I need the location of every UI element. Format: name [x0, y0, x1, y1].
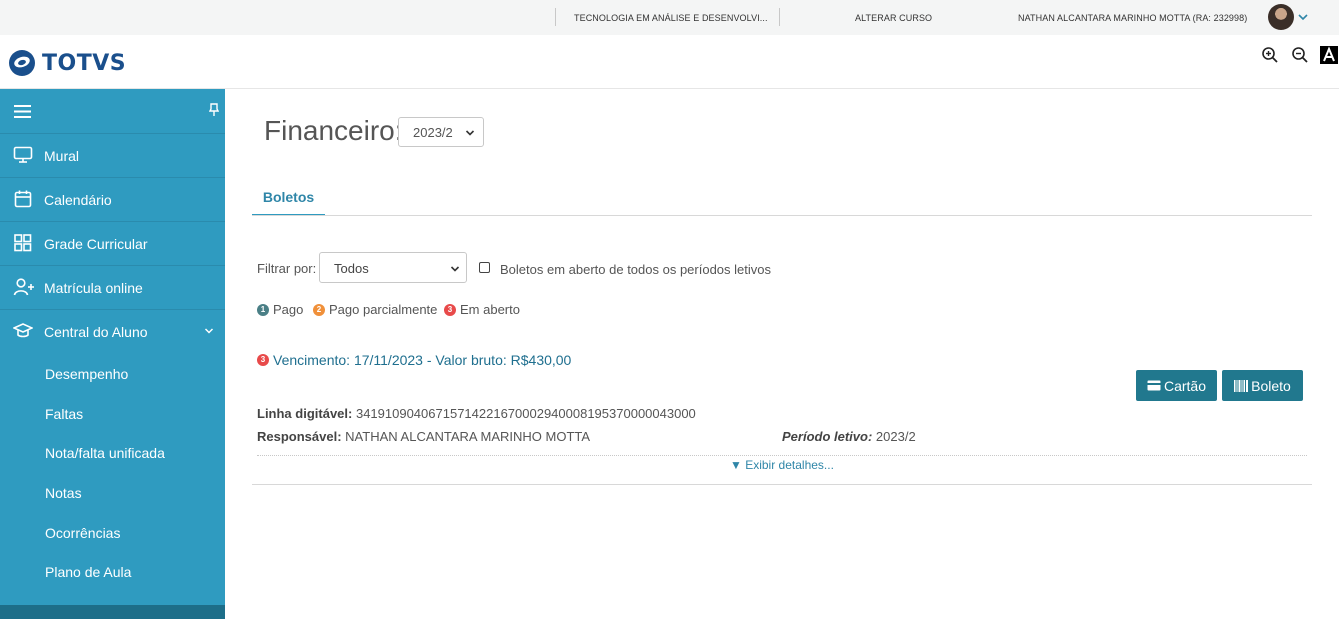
- sidebar-item-calendario[interactable]: Calendário: [0, 178, 225, 222]
- zoom-out-icon[interactable]: [1291, 46, 1309, 64]
- year-select[interactable]: 2023/2: [398, 117, 484, 147]
- open-boletos-checkbox[interactable]: [479, 262, 490, 273]
- calendar-icon: [14, 190, 32, 208]
- sidebar-subitem-label: Plano de Aula: [45, 564, 132, 581]
- responsavel: Responsável: NATHAN ALCANTARA MARINHO MO…: [257, 429, 590, 444]
- sidebar-item-label: Matrícula online: [44, 280, 143, 296]
- periodo-letivo-value: 2023/2: [875, 429, 916, 444]
- page-title: Financeiro:: [264, 115, 403, 146]
- year-select-value: 2023/2: [413, 125, 453, 140]
- responsavel-label: Responsável:: [257, 429, 342, 444]
- top-bar: TECNOLOGIA EM ANÁLISE E DESENVOLVI... AL…: [0, 0, 1339, 35]
- credit-card-icon: [1147, 380, 1161, 391]
- boleto-button[interactable]: Boleto: [1222, 370, 1303, 401]
- periodo-letivo: Período letivo: 2023/2: [782, 429, 916, 444]
- legend-partial: 2 Pago parcialmente: [313, 302, 437, 317]
- sidebar-top: [0, 89, 225, 134]
- status-badge: 3: [257, 354, 269, 366]
- sidebar-subitem-ocorrencias[interactable]: Ocorrências: [0, 513, 225, 553]
- linha-digitavel-value: 3419109040671571422167000294000819537000…: [355, 406, 696, 421]
- sidebar-subitem-notas[interactable]: Notas: [0, 473, 225, 513]
- tab-boletos[interactable]: Boletos: [252, 180, 325, 216]
- barcode-icon: [1234, 379, 1249, 392]
- linha-digitavel-label: Linha digitável:: [257, 406, 353, 421]
- sidebar-subitem-nota-falta-unificada[interactable]: Nota/falta unificada: [0, 433, 225, 473]
- divider: [252, 484, 1312, 485]
- filter-label: Filtrar por:: [257, 261, 317, 276]
- sidebar-subitem-plano-de-aula[interactable]: Plano de Aula: [0, 552, 225, 592]
- sidebar-subitem-label: Nota/falta unificada: [45, 445, 165, 462]
- divider: [779, 8, 780, 26]
- monitor-icon: [13, 146, 33, 163]
- user-name: NATHAN ALCANTARA MARINHO MOTTA (RA: 2329…: [1018, 13, 1248, 23]
- chevron-down-icon: [204, 328, 214, 334]
- add-user-icon: [13, 278, 34, 296]
- sidebar-item-label: Central do Aluno: [44, 324, 148, 340]
- divider: [257, 455, 1307, 456]
- linha-digitavel: Linha digitável: 34191090406715714221670…: [257, 406, 696, 421]
- show-details-link[interactable]: ▼ Exibir detalhes...: [730, 458, 834, 472]
- filter-select-value: Todos: [334, 261, 369, 276]
- sidebar-item-label: Grade Curricular: [44, 236, 148, 252]
- chevron-down-icon[interactable]: [1297, 11, 1309, 23]
- hamburger-menu-icon[interactable]: [14, 105, 31, 118]
- status-badge: 1: [257, 303, 269, 316]
- boleto-heading: 3 Vencimento: 17/11/2023 - Valor bruto: …: [257, 352, 571, 368]
- responsavel-value: NATHAN ALCANTARA MARINHO MOTTA: [345, 429, 591, 444]
- sidebar-subitem-label: Notas: [45, 485, 82, 502]
- chevron-down-icon: [450, 266, 460, 272]
- sidebar-item-label: Calendário: [44, 192, 112, 208]
- logo-text: TOTVS: [42, 50, 127, 76]
- legend-open: 3 Em aberto: [444, 302, 520, 317]
- card-button-label: Cartão: [1163, 377, 1207, 394]
- card-payment-button[interactable]: Cartão: [1136, 370, 1217, 401]
- tab-divider: [252, 215, 1312, 216]
- totvs-logo[interactable]: TOTVS: [9, 50, 126, 76]
- legend-label: Pago parcialmente: [329, 302, 438, 317]
- filter-select[interactable]: Todos: [319, 252, 467, 283]
- graduation-cap-icon: [13, 323, 33, 338]
- chevron-down-icon: [465, 130, 475, 136]
- sidebar-item-matricula-online[interactable]: Matrícula online: [0, 266, 225, 310]
- legend-label: Em aberto: [460, 302, 520, 317]
- pin-icon[interactable]: [209, 103, 219, 117]
- sidebar-subitem-faltas[interactable]: Faltas: [0, 394, 225, 434]
- sidebar-subitem-label: Desempenho: [45, 366, 129, 382]
- contrast-icon[interactable]: [1320, 46, 1338, 64]
- status-badge: 3: [444, 303, 456, 316]
- legend-label: Pago: [273, 302, 304, 317]
- periodo-letivo-label: Período letivo:: [782, 429, 873, 444]
- legend-paid: 1 Pago: [257, 302, 303, 317]
- sidebar-subitem-desempenho[interactable]: Desempenho: [0, 354, 225, 394]
- sidebar-item-grade-curricular[interactable]: Grade Curricular: [0, 222, 225, 266]
- sidebar-item-label: Mural: [44, 148, 80, 164]
- sidebar-footer: [0, 605, 225, 619]
- divider: [555, 8, 556, 26]
- checkbox-label[interactable]: Boletos em aberto de todos os períodos l…: [500, 262, 771, 277]
- zoom-in-icon[interactable]: [1261, 46, 1279, 64]
- sidebar-subitem-label: Ocorrências: [45, 524, 121, 541]
- boleto-button-label: Boleto: [1251, 377, 1291, 394]
- app-header: TOTVS: [0, 35, 1339, 89]
- current-course[interactable]: TECNOLOGIA EM ANÁLISE E DESENVOLVI...: [574, 13, 768, 23]
- sidebar-item-mural[interactable]: Mural: [0, 134, 225, 178]
- sidebar: Mural Calendário Grade Curricular Matríc…: [0, 89, 225, 619]
- sidebar-item-central-do-aluno[interactable]: Central do Aluno: [0, 310, 225, 354]
- boleto-heading-text: Vencimento: 17/11/2023 - Valor bruto: R$…: [273, 352, 572, 368]
- sidebar-subitem-label: Faltas: [45, 405, 84, 422]
- totvs-logo-mark: [9, 50, 35, 76]
- grid-icon: [14, 234, 32, 252]
- change-course-link[interactable]: ALTERAR CURSO: [855, 13, 932, 23]
- avatar[interactable]: [1268, 4, 1294, 30]
- status-badge: 2: [313, 303, 325, 316]
